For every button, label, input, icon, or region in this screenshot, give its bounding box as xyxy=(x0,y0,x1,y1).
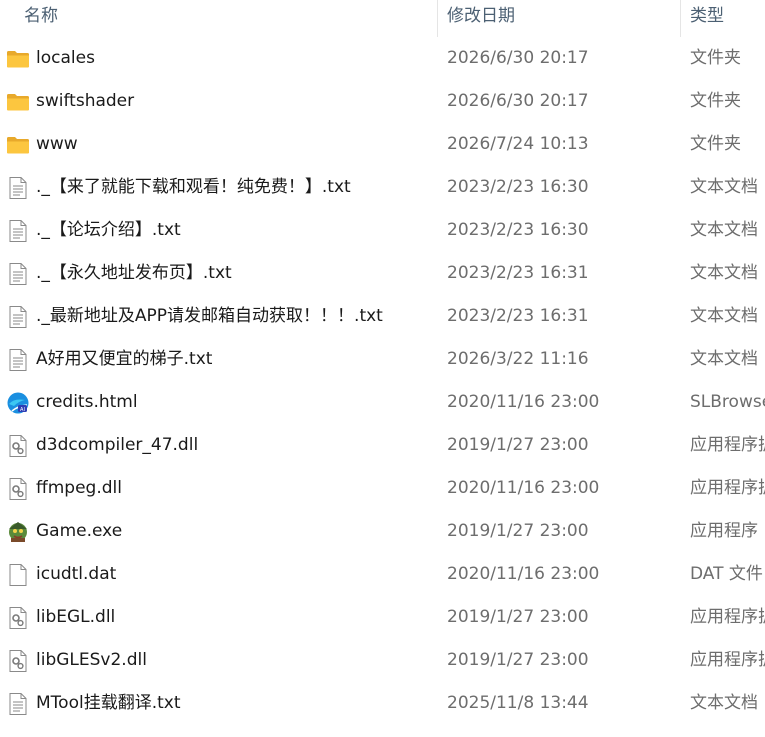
file-name: locales xyxy=(36,48,95,68)
file-row[interactable]: d3dcompiler_47.dll 2019/1/27 23:00 应用程序扩展 xyxy=(0,424,765,467)
file-name: ffmpeg.dll xyxy=(36,478,122,498)
game-exe-icon xyxy=(6,520,30,544)
text-file-icon xyxy=(6,692,30,716)
file-type: SLBrowser xyxy=(690,392,765,412)
file-name: libGLESv2.dll xyxy=(36,650,147,670)
file-name: libEGL.dll xyxy=(36,607,116,627)
folder-icon xyxy=(6,90,30,114)
file-name: ._【来了就能下载和观看！纯免费！】.txt xyxy=(36,177,351,197)
column-divider[interactable] xyxy=(680,0,681,37)
file-type: 文本文档 xyxy=(690,306,758,326)
file-type: 文件夹 xyxy=(690,48,741,68)
file-name: d3dcompiler_47.dll xyxy=(36,435,199,455)
file-row[interactable]: AI credits.html 2020/11/16 23:00 SLBrowser xyxy=(0,381,765,424)
file-type: 应用程序 xyxy=(690,521,758,541)
file-modified-date: 2026/6/30 20:17 xyxy=(447,91,589,111)
file-name: icudtl.dat xyxy=(36,564,117,584)
file-type: 文本文档 xyxy=(690,349,758,369)
column-header-type[interactable]: 类型 xyxy=(690,0,724,33)
file-type: 应用程序扩展 xyxy=(690,478,765,498)
file-row[interactable]: libGLESv2.dll 2019/1/27 23:00 应用程序扩展 xyxy=(0,639,765,682)
file-name: credits.html xyxy=(36,392,138,412)
file-modified-date: 2020/11/16 23:00 xyxy=(447,564,600,584)
file-name: www xyxy=(36,134,78,154)
text-file-icon xyxy=(6,176,30,200)
file-modified-date: 2026/3/22 11:16 xyxy=(447,349,589,369)
column-header-name[interactable]: 名称 xyxy=(24,0,58,33)
column-header-row: 名称 修改日期 类型 xyxy=(0,0,765,37)
file-type: 应用程序扩展 xyxy=(690,435,765,455)
file-modified-date: 2026/6/30 20:17 xyxy=(447,48,589,68)
file-row[interactable]: libEGL.dll 2019/1/27 23:00 应用程序扩展 xyxy=(0,596,765,639)
file-name: ._【论坛介绍】.txt xyxy=(36,220,181,240)
file-name: ._【永久地址发布页】.txt xyxy=(36,263,232,283)
file-type: 文本文档 xyxy=(690,220,758,240)
file-row[interactable]: locales 2026/6/30 20:17 文件夹 xyxy=(0,37,765,80)
file-name: swiftshader xyxy=(36,91,135,111)
file-type: 应用程序扩展 xyxy=(690,650,765,670)
file-modified-date: 2019/1/27 23:00 xyxy=(447,650,589,670)
file-row[interactable]: MTool挂载翻译.txt 2025/11/8 13:44 文本文档 xyxy=(0,682,765,725)
file-modified-date: 2019/1/27 23:00 xyxy=(447,435,589,455)
dll-file-icon xyxy=(6,649,30,673)
folder-icon xyxy=(6,133,30,157)
file-modified-date: 2026/7/24 10:13 xyxy=(447,134,589,154)
file-row[interactable]: www 2026/7/24 10:13 文件夹 xyxy=(0,123,765,166)
folder-icon xyxy=(6,47,30,71)
file-type: 文本文档 xyxy=(690,693,758,713)
file-modified-date: 2020/11/16 23:00 xyxy=(447,392,600,412)
file-name: MTool挂载翻译.txt xyxy=(36,693,181,713)
file-row[interactable]: swiftshader 2026/6/30 20:17 文件夹 xyxy=(0,80,765,123)
file-type: 文件夹 xyxy=(690,91,741,111)
file-name: A好用又便宜的梯子.txt xyxy=(36,349,213,369)
file-row[interactable]: ._【永久地址发布页】.txt 2023/2/23 16:31 文本文档 xyxy=(0,252,765,295)
dll-file-icon xyxy=(6,434,30,458)
file-modified-date: 2020/11/16 23:00 xyxy=(447,478,600,498)
browser-html-icon: AI xyxy=(6,391,30,415)
column-divider[interactable] xyxy=(437,0,438,37)
dll-file-icon xyxy=(6,606,30,630)
text-file-icon xyxy=(6,305,30,329)
file-modified-date: 2023/2/23 16:30 xyxy=(447,177,589,197)
dll-file-icon xyxy=(6,477,30,501)
file-modified-date: 2019/1/27 23:00 xyxy=(447,521,589,541)
text-file-icon xyxy=(6,219,30,243)
file-row[interactable]: ._最新地址及APP请发邮箱自动获取！！！.txt 2023/2/23 16:31… xyxy=(0,295,765,338)
blank-file-icon xyxy=(6,563,30,587)
file-name: Game.exe xyxy=(36,521,123,541)
file-row[interactable]: ffmpeg.dll 2020/11/16 23:00 应用程序扩展 xyxy=(0,467,765,510)
file-modified-date: 2025/11/8 13:44 xyxy=(447,693,589,713)
file-modified-date: 2023/2/23 16:30 xyxy=(447,220,589,240)
file-type: 文件夹 xyxy=(690,134,741,154)
file-row[interactable]: Game.exe 2019/1/27 23:00 应用程序 xyxy=(0,510,765,553)
svg-text:AI: AI xyxy=(20,407,25,413)
file-row[interactable]: ._【论坛介绍】.txt 2023/2/23 16:30 文本文档 xyxy=(0,209,765,252)
text-file-icon xyxy=(6,348,30,372)
file-modified-date: 2023/2/23 16:31 xyxy=(447,306,589,326)
file-type: DAT 文件 xyxy=(690,564,763,584)
file-type: 文本文档 xyxy=(690,263,758,283)
file-name: ._最新地址及APP请发邮箱自动获取！！！.txt xyxy=(36,306,383,326)
file-modified-date: 2023/2/23 16:31 xyxy=(447,263,589,283)
file-type: 应用程序扩展 xyxy=(690,607,765,627)
file-row[interactable]: A好用又便宜的梯子.txt 2026/3/22 11:16 文本文档 xyxy=(0,338,765,381)
file-row[interactable]: ._【来了就能下载和观看！纯免费！】.txt 2023/2/23 16:30 文本文… xyxy=(0,166,765,209)
column-header-date[interactable]: 修改日期 xyxy=(447,0,515,33)
file-row[interactable]: icudtl.dat 2020/11/16 23:00 DAT 文件 xyxy=(0,553,765,596)
file-modified-date: 2019/1/27 23:00 xyxy=(447,607,589,627)
text-file-icon xyxy=(6,262,30,286)
file-type: 文本文档 xyxy=(690,177,758,197)
